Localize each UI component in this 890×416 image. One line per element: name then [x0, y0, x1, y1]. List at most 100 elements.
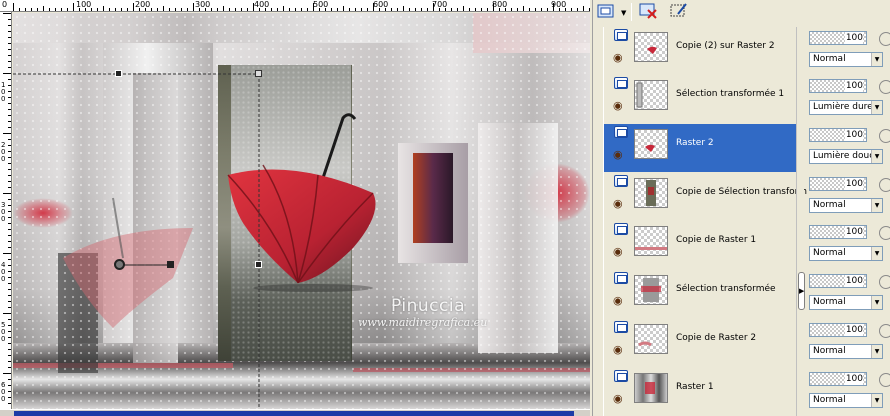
ruler-tick [8, 349, 11, 350]
ruler-tick [8, 397, 11, 398]
blend-mode-value: Normal [813, 297, 846, 307]
visibility-eye-icon[interactable]: ◉ [613, 246, 623, 257]
ruler-label: 300 [1, 201, 6, 223]
ruler-tick [8, 181, 11, 182]
opacity-slider[interactable]: 100 [809, 323, 867, 337]
ruler-tick [121, 8, 122, 11]
layer-properties-button[interactable] [669, 2, 691, 22]
ruler-tick [8, 37, 11, 38]
visibility-eye-icon[interactable]: ◉ [613, 295, 623, 306]
ruler-tick [8, 217, 11, 218]
ruler-tick [169, 8, 170, 11]
ruler-tick [8, 127, 11, 128]
ruler-tick [8, 139, 11, 140]
visibility-eye-icon[interactable]: ◉ [613, 393, 623, 404]
ruler-tick [463, 6, 464, 11]
chevron-down-icon: ▼ [871, 394, 882, 407]
link-icon[interactable] [876, 77, 890, 97]
ruler-tick [73, 3, 74, 11]
link-icon[interactable] [876, 272, 890, 292]
delete-layer-button[interactable] [639, 2, 661, 22]
ruler-tick [403, 6, 404, 11]
blend-mode-select[interactable]: Lumière douce ▼ [809, 149, 883, 164]
transform-handle[interactable] [115, 70, 122, 77]
raster-layer-icon [614, 272, 628, 284]
chevron-down-icon[interactable]: ▼ [621, 9, 626, 17]
visibility-eye-icon[interactable]: ◉ [613, 52, 623, 63]
ruler-tick [3, 193, 11, 194]
layer-thumbnail [634, 373, 668, 403]
layer-row[interactable]: ◉ Copie de Raster 1 [604, 221, 797, 269]
blend-mode-select[interactable]: Normal ▼ [809, 52, 883, 67]
raster-layer-icon [614, 370, 628, 382]
ruler-tick [187, 8, 188, 11]
opacity-slider[interactable]: 100 [809, 274, 867, 288]
link-icon[interactable] [876, 126, 890, 146]
visibility-eye-icon[interactable]: ◉ [613, 100, 623, 111]
opacity-slider[interactable]: 100 [809, 128, 867, 142]
layer-row[interactable]: ◉ Sélection transformée [604, 270, 797, 318]
layer-row[interactable]: ◉ Copie de Raster 2 [604, 319, 797, 367]
ruler-tick [523, 6, 524, 11]
ruler-tick [43, 6, 44, 11]
layer-row[interactable]: ◉ Raster 1 [604, 368, 797, 416]
layer-row[interactable]: ◉ Copie de Sélection transform [604, 173, 807, 221]
visibility-eye-icon[interactable]: ◉ [613, 149, 623, 160]
ruler-label: 700 [432, 0, 448, 9]
blend-mode-select[interactable]: Lumière dure ▼ [809, 100, 883, 115]
ruler-tick [55, 8, 56, 11]
layer-row[interactable]: ◉ Sélection transformée 1 [604, 75, 797, 123]
ruler-tick [577, 8, 578, 11]
ruler-tick [8, 85, 11, 86]
ruler-tick [37, 8, 38, 11]
opacity-slider[interactable]: 100 [809, 225, 867, 239]
ruler-tick [8, 403, 11, 404]
ruler-tick [3, 73, 11, 74]
blend-mode-select[interactable]: Normal ▼ [809, 295, 883, 310]
link-icon[interactable] [876, 223, 890, 243]
collapse-arrow-icon[interactable]: ▶ [798, 272, 805, 310]
ruler-tick [8, 283, 11, 284]
chevron-down-icon: ▼ [871, 101, 882, 114]
opacity-slider[interactable]: 100 [809, 31, 867, 45]
visibility-eye-icon[interactable]: ◉ [613, 344, 623, 355]
ruler-tick [8, 199, 11, 200]
blend-mode-select[interactable]: Normal ▼ [809, 344, 883, 359]
opacity-slider[interactable]: 100 [809, 79, 867, 93]
toolbar-divider [631, 3, 632, 21]
layer-name: Copie de Raster 1 [676, 235, 757, 245]
rotation-pivot-handle[interactable] [114, 259, 125, 270]
image-canvas[interactable]: Pinuccia www.maidiregrafica.eu [13, 13, 590, 409]
ruler-tick [8, 277, 11, 278]
transform-handle[interactable] [255, 70, 262, 77]
new-layer-button[interactable] [597, 2, 619, 22]
ruler-tick [61, 8, 62, 11]
blend-mode-select[interactable]: Normal ▼ [809, 198, 883, 213]
ruler-tick [247, 8, 248, 11]
ruler-tick [19, 8, 20, 11]
layer-props: 100 Normal ▼ [805, 173, 890, 221]
ruler-tick [31, 8, 32, 11]
opacity-value: 100 [844, 373, 863, 385]
rotation-handle[interactable] [167, 261, 174, 268]
blend-mode-select[interactable]: Normal ▼ [809, 246, 883, 261]
layer-row-selected[interactable]: ◉ Raster 2 [604, 124, 797, 172]
blend-mode-select[interactable]: Normal ▼ [809, 393, 883, 408]
blend-mode-value: Normal [813, 200, 846, 210]
visibility-eye-icon[interactable]: ◉ [613, 198, 623, 209]
transform-handle[interactable] [255, 261, 262, 268]
opacity-slider[interactable]: 100 [809, 372, 867, 386]
link-icon[interactable] [876, 370, 890, 390]
scrollbar-thumb[interactable] [14, 411, 574, 416]
ruler-tick [223, 6, 224, 11]
link-icon[interactable] [876, 29, 890, 49]
panel-splitter[interactable]: ▶ [796, 27, 805, 416]
layer-row[interactable]: ◉ Copie (2) sur Raster 2 [604, 27, 797, 75]
link-icon[interactable] [876, 175, 890, 195]
ruler-tick [8, 145, 11, 146]
horizontal-scrollbar[interactable] [0, 409, 590, 416]
link-icon[interactable] [876, 321, 890, 341]
opacity-slider[interactable]: 100 [809, 177, 867, 191]
ruler-tick [331, 8, 332, 11]
ruler-tick [8, 163, 11, 164]
